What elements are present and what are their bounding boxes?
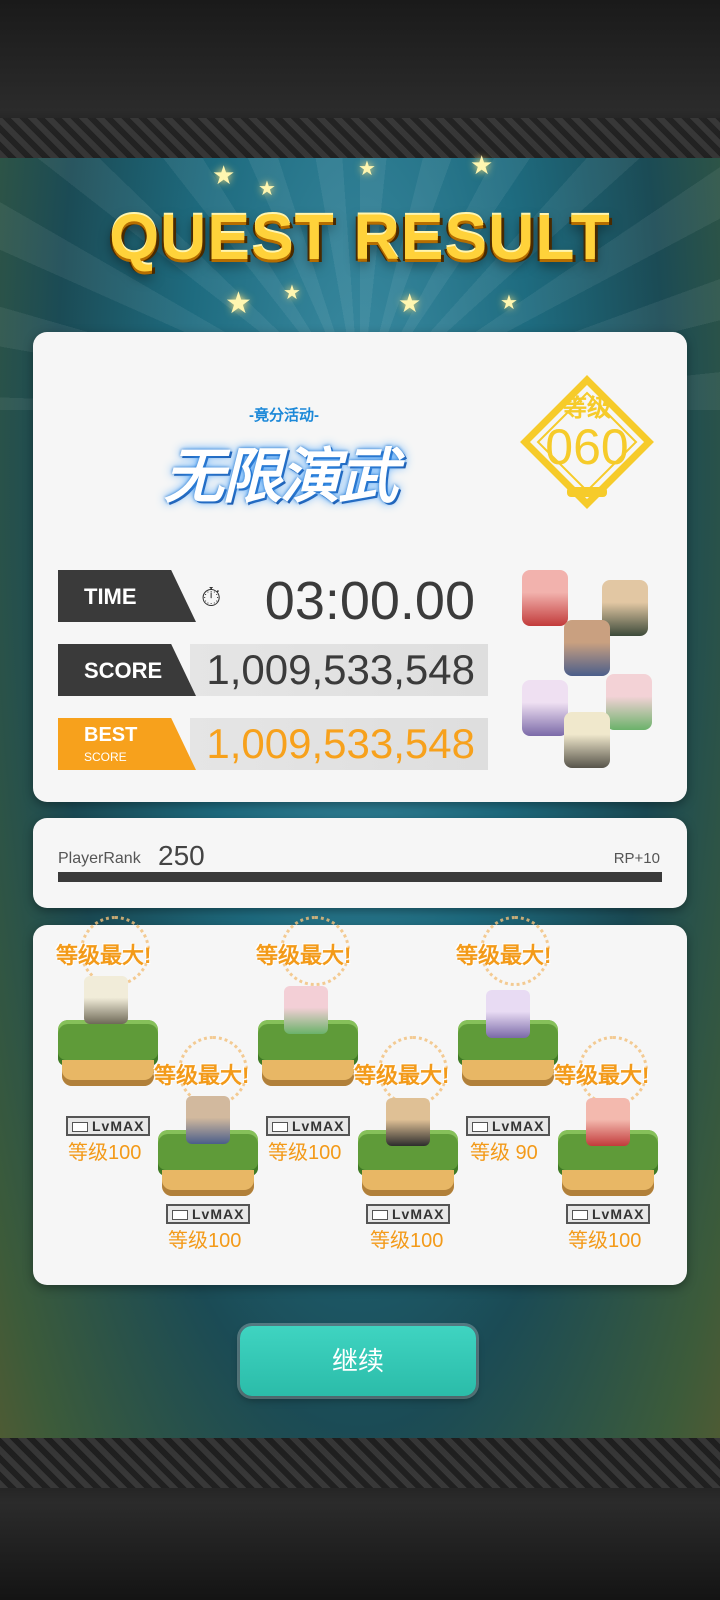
star-icon: ★ [398,288,422,318]
lvmax-badge: LvMAX [66,1116,151,1136]
star-icon: ★ [470,150,494,180]
party-sprite [522,570,568,626]
best-score-value: 1,009,533,548 [206,720,475,767]
time-label-text: TIME [84,584,137,609]
score-label-text: SCORE [84,658,163,683]
star-icon: ★ [225,287,252,320]
event-subtitle: -竟分活动- [249,407,319,424]
party-sprite [606,674,652,730]
event-title-logo: 无限演武 [164,443,398,510]
party-sprite [522,680,568,736]
lvmax-badge: LvMAX [366,1204,451,1224]
star-icon: ★ [500,292,518,314]
unit-platform [58,1020,158,1090]
max-level-label: 等级最大! [56,943,152,968]
best-label-text: BEST [84,724,138,746]
star-icon: ★ [258,178,276,200]
player-rank-value: 250 [158,840,205,871]
unit-sprite [486,990,530,1038]
star-icon: ★ [212,160,236,190]
lvmax-badge: LvMAX [266,1116,351,1136]
score-value: 1,009,533,548 [206,646,475,693]
lvmax-badge: LvMAX [566,1204,651,1224]
unit-sprite [84,976,128,1024]
best-label-subtext: SCORE [84,750,127,764]
unit-level: 等级100 [568,1230,642,1252]
rank-value: 060 [545,419,629,475]
lvmax-badge: LvMAX [466,1116,551,1136]
star-icon: ★ [358,158,376,180]
unit-level: 等级 90 [470,1142,538,1164]
unit-level: 等级100 [268,1142,342,1164]
party-sprite [564,712,610,768]
player-rank-label: PlayerRank [58,850,141,867]
party-sprite [564,620,610,676]
top-frame [0,0,720,158]
unit-level: 等级100 [168,1230,242,1252]
max-level-label: 等级最大! [256,943,352,968]
unit-sprite [386,1098,430,1146]
bottom-frame [0,1438,720,1600]
quest-result-title: QUEST RESULT [109,201,611,273]
rp-gain: RP+10 [613,850,660,867]
player-rank-progress-bar [58,872,662,882]
max-level-label: 等级最大! [554,1063,650,1088]
unit-sprite [186,1096,230,1144]
stopwatch-icon: ⏱ [201,582,222,612]
lvmax-badge: LvMAX [166,1204,251,1224]
continue-button[interactable]: 继续 [240,1326,476,1396]
star-icon: ★ [283,282,301,304]
unit-sprite [284,986,328,1034]
time-value: 03:00.00 [264,571,475,631]
party-sprites [510,562,670,782]
unit-level: 等级100 [68,1142,142,1164]
max-level-label: 等级最大! [154,1063,250,1088]
max-level-label: 等级最大! [456,943,552,968]
unit-sprite [586,1098,630,1146]
max-level-label: 等级最大! [354,1063,450,1088]
unit-level: 等级100 [370,1230,444,1252]
